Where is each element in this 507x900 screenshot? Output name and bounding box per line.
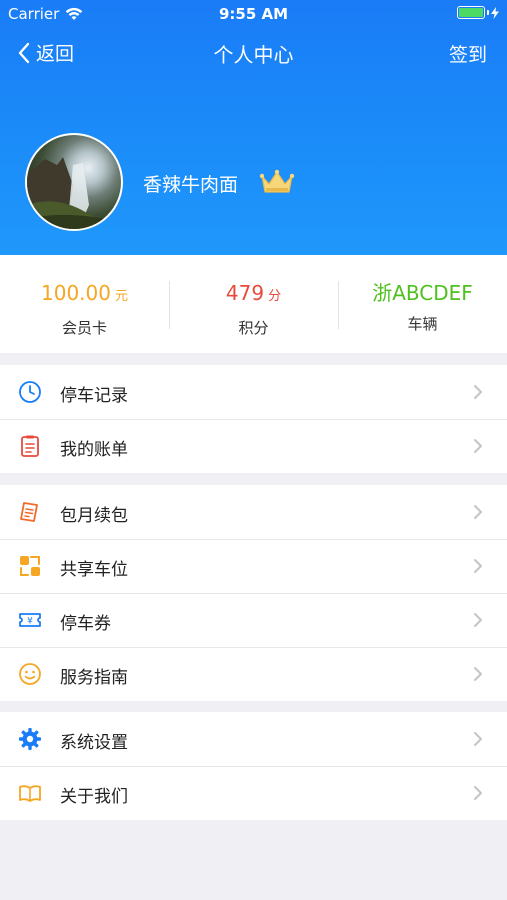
charging-icon — [491, 6, 499, 19]
book-icon — [19, 785, 41, 802]
points-value: 479 — [225, 281, 265, 305]
username: 香辣牛肉面 — [143, 174, 239, 196]
menu-item-label: 停车券 — [60, 614, 111, 634]
menu-item-parking-coupon[interactable]: ¥ 停车券 — [0, 593, 507, 647]
status-bar: Carrier 9:55 AM — [0, 0, 507, 28]
menu-item-label: 包月续包 — [60, 506, 128, 526]
page-title: 个人中心 — [213, 43, 294, 67]
stat-vehicle[interactable]: 浙ABCDEF 车辆 — [338, 255, 507, 353]
member-card-label: 会员卡 — [61, 319, 107, 337]
menu-item-label: 系统设置 — [60, 733, 128, 753]
clock: 9:55 AM — [218, 5, 289, 23]
battery-icon — [457, 6, 485, 19]
checkin-button[interactable]: 签到 — [449, 40, 487, 67]
gear-icon — [19, 728, 41, 750]
points-label: 积分 — [238, 319, 269, 337]
menu-item-service-guide[interactable]: 服务指南 — [0, 647, 507, 701]
menu-item-label: 共享车位 — [60, 560, 128, 580]
vehicle-label: 车辆 — [407, 315, 438, 333]
menu-item-shared-parking[interactable]: 共享车位 — [0, 539, 507, 593]
bill-icon — [21, 435, 39, 457]
avatar-photo — [27, 157, 121, 229]
chevron-right-icon — [474, 559, 482, 573]
menu-group-records: 停车记录 我的账单 — [0, 365, 507, 473]
menu-group-services: 包月续包 共享车位 ¥ 停车券 服务指南 — [0, 485, 507, 701]
menu-item-label: 我的账单 — [60, 440, 128, 460]
stat-member-card[interactable]: 100.00 元 会员卡 — [0, 255, 169, 353]
menu-item-my-bills[interactable]: 我的账单 — [0, 419, 507, 473]
menu-group-system: 系统设置 关于我们 — [0, 712, 507, 820]
menu-item-label: 服务指南 — [60, 668, 128, 688]
chevron-right-icon — [474, 505, 482, 519]
menu-item-label: 停车记录 — [60, 386, 128, 406]
crown-icon — [259, 169, 295, 193]
chevron-right-icon — [474, 786, 482, 800]
svg-text:¥: ¥ — [27, 617, 33, 627]
avatar[interactable] — [25, 133, 123, 231]
clock-icon — [19, 381, 41, 403]
smile-icon — [19, 663, 41, 685]
stat-points[interactable]: 479 分 积分 — [169, 255, 338, 353]
chevron-right-icon — [474, 613, 482, 627]
chevron-right-icon — [474, 385, 482, 399]
points-unit: 分 — [268, 289, 282, 304]
chevron-right-icon — [474, 732, 482, 746]
stats-bar: 100.00 元 会员卡 479 分 积分 浙ABCDEF 车辆 — [0, 255, 507, 353]
navigation-bar: 返回 个人中心 签到 — [0, 30, 507, 74]
menu-item-parking-records[interactable]: 停车记录 — [0, 365, 507, 419]
chevron-right-icon — [474, 667, 482, 681]
menu-item-monthly-package[interactable]: 包月续包 — [0, 485, 507, 539]
profile-header: Carrier 9:55 AM 返回 个人中心 签到 香辣牛肉面 — [0, 0, 507, 255]
menu-item-system-settings[interactable]: 系统设置 — [0, 712, 507, 766]
battery-indicator — [457, 6, 499, 19]
vehicle-plate: 浙ABCDEF — [372, 281, 473, 305]
coupon-icon: ¥ — [19, 613, 41, 627]
monthly-package-icon — [20, 502, 38, 522]
member-card-unit: 元 — [114, 289, 128, 304]
shared-parking-icon — [20, 556, 40, 576]
member-card-value: 100.00 — [41, 281, 111, 305]
menu-item-label: 关于我们 — [60, 787, 128, 807]
chevron-right-icon — [474, 439, 482, 453]
menu-item-about-us[interactable]: 关于我们 — [0, 766, 507, 820]
